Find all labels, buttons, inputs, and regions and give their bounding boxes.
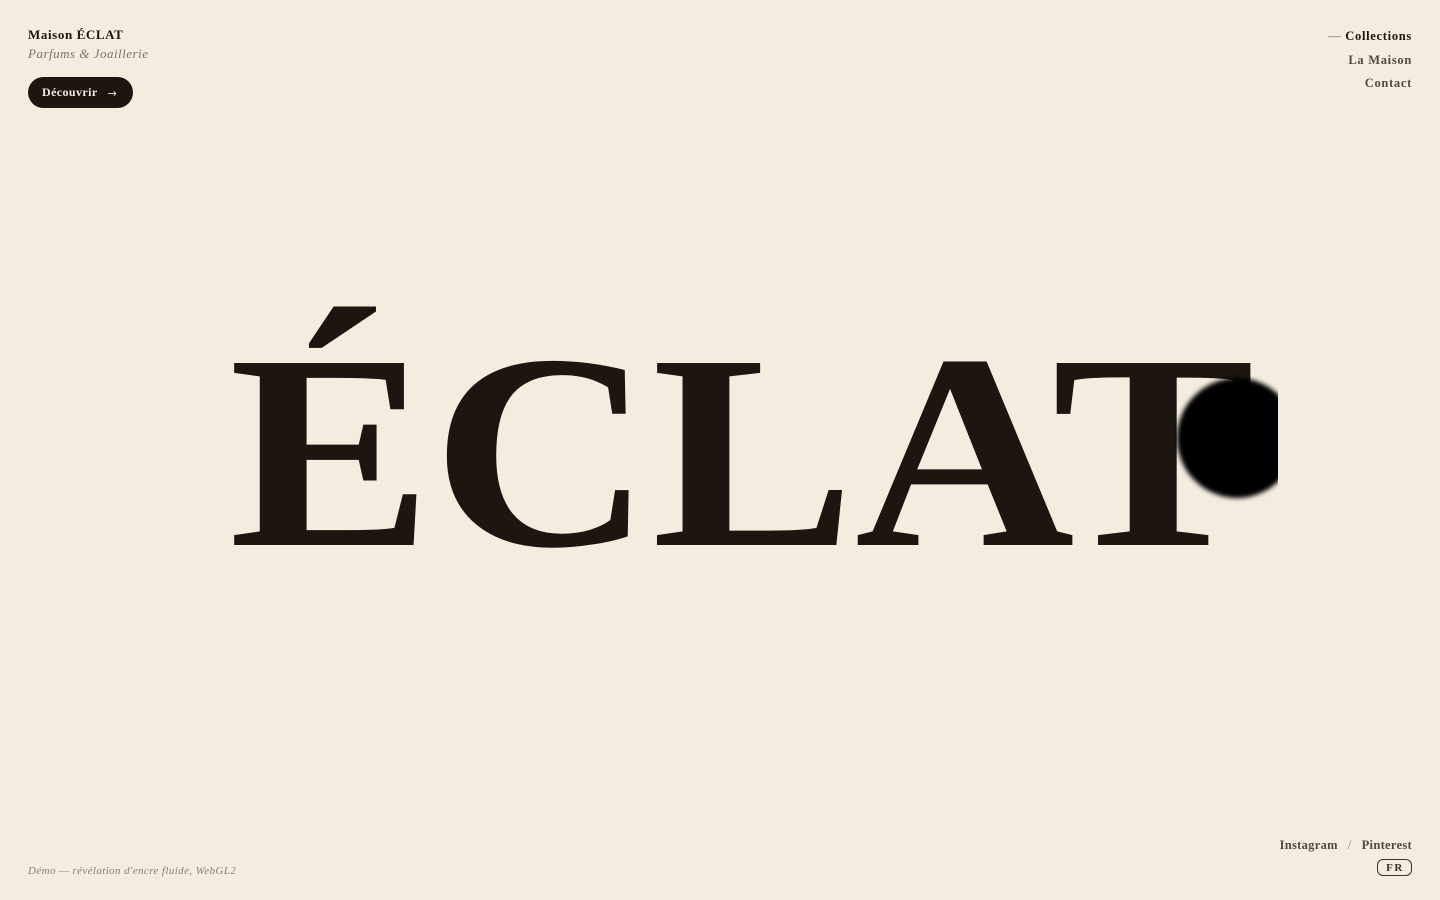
ink-blob [1177,378,1278,498]
hero-svg: ÉCLAT [229,298,1278,606]
demo-caption: Démo — révélation d'encre fluide, WebGL2 [28,865,237,877]
hero-wordmark: ÉCLAT [229,298,1255,606]
language-toggle[interactable]: FR [1377,859,1412,876]
instagram-link[interactable]: Instagram [1280,838,1338,853]
social-links: Instagram / Pinterest [1280,838,1412,853]
social-separator: / [1347,838,1352,852]
pinterest-link[interactable]: Pinterest [1362,838,1412,853]
hero-canvas[interactable]: ÉCLAT [0,0,1440,900]
